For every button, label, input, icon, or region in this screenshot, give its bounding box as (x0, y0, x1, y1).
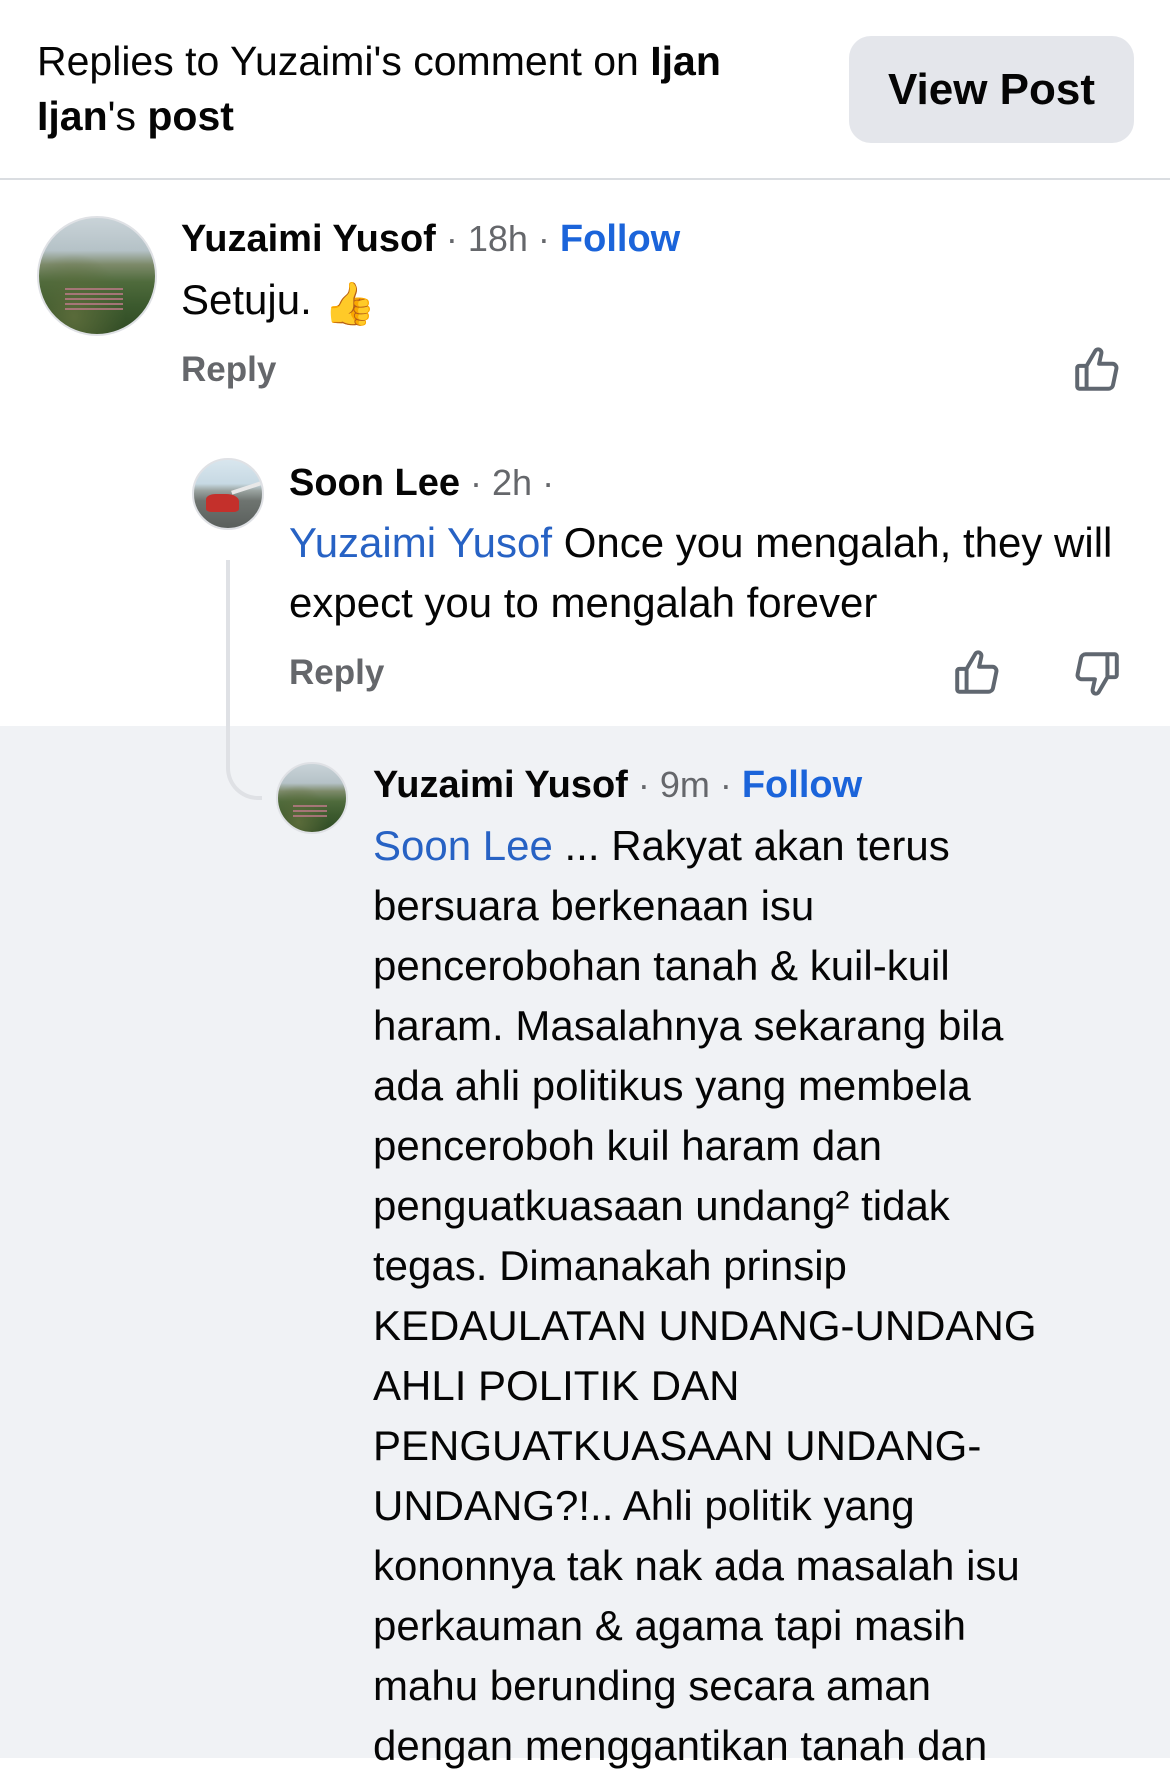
comment-time: · 9m · (627, 764, 742, 805)
header-prefix: Replies to Yuzaimi's comment on (37, 38, 651, 84)
mention-link[interactable]: Soon Lee (373, 822, 553, 869)
comment-text: Setuju. 👍 (181, 270, 376, 330)
dislike-icon[interactable] (1072, 648, 1122, 698)
comment-text: Soon Lee ... Rakyat akan terus bersuara … (373, 816, 1153, 1776)
comment-author[interactable]: Yuzaimi Yusof (373, 764, 628, 806)
comment-line: KEDAULATAN UNDANG-UNDANG (373, 1302, 1037, 1349)
comment-header: Yuzaimi Yusof · 18h · Follow (181, 216, 680, 262)
header-title: Replies to Yuzaimi's comment on Ijan Ijan… (37, 34, 797, 144)
like-icon[interactable] (952, 648, 1002, 698)
comment-line: Soon Lee ... Rakyat akan terus (373, 822, 950, 869)
comment-author[interactable]: Soon Lee (289, 462, 460, 504)
header-possessive: 's (107, 93, 148, 139)
avatar[interactable] (37, 216, 157, 336)
comment-body: Setuju. (181, 276, 324, 323)
follow-button[interactable]: Follow (560, 218, 680, 260)
avatar[interactable] (276, 762, 348, 834)
comment-line: pencerobohan tanah & kuil-kuil (373, 942, 950, 989)
comment-author[interactable]: Yuzaimi Yusof (181, 218, 436, 260)
comment-line: penguatkuasaan undang² tidak (373, 1182, 950, 1229)
reply-button[interactable]: Reply (181, 350, 276, 390)
mention-link[interactable]: Yuzaimi Yusof (289, 519, 552, 566)
comment-line: kononnya tak nak ada masalah isu (373, 1542, 1020, 1589)
comment-line: penceroboh kuil haram dan (373, 1122, 883, 1169)
thread-connector-line (226, 560, 262, 800)
comment-line: AHLI POLITIK DAN (373, 1362, 740, 1409)
avatar[interactable] (192, 458, 264, 530)
comment-line: perkauman & agama tapi masih (373, 1602, 966, 1649)
comment-text: Yuzaimi Yusof Once you mengalah, they wi… (289, 513, 1129, 633)
reply-button[interactable]: Reply (289, 653, 384, 693)
thumbs-up-emoji-icon: 👍 (323, 280, 376, 327)
replies-header: Replies to Yuzaimi's comment on Ijan Ijan… (0, 0, 1170, 180)
comment-header: Yuzaimi Yusof · 9m · Follow (373, 762, 862, 808)
comment-line: UNDANG?!.. Ahli politik yang (373, 1482, 915, 1529)
comment-line: ada ahli politikus yang membela (373, 1062, 971, 1109)
header-post-owner-last[interactable]: Ijan (37, 93, 108, 139)
comment-line: tegas. Dimanakah prinsip (373, 1242, 847, 1289)
comment-line: dengan menggantikan tanah dan (373, 1722, 988, 1769)
comment-line: bersuara berkenaan isu (373, 882, 815, 929)
comment-line: mahu berunding secara aman (373, 1662, 932, 1709)
view-post-button[interactable]: View Post (849, 36, 1134, 143)
header-post-word[interactable]: post (147, 93, 234, 139)
follow-button[interactable]: Follow (742, 764, 862, 806)
comment-time: · 2h · (460, 462, 555, 503)
comment-time: · 18h · (435, 218, 560, 259)
comment-header: Soon Lee · 2h · (289, 460, 554, 506)
comment-line: haram. Masalahnya sekarang bila (373, 1002, 1004, 1049)
comment-line: PENGUATKUASAAN UNDANG- (373, 1422, 982, 1469)
like-icon[interactable] (1072, 345, 1122, 395)
header-post-owner-first[interactable]: Ijan (650, 38, 721, 84)
